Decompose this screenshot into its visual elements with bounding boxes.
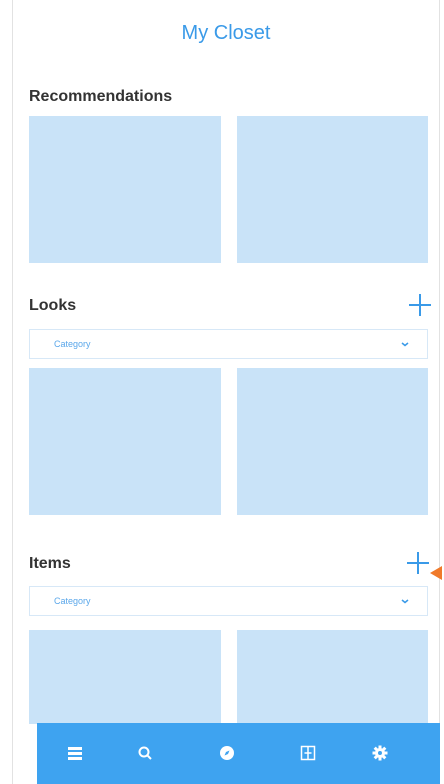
add-look-button[interactable] <box>409 294 431 316</box>
look-card-2[interactable] <box>237 368 428 515</box>
recommendations-title: Recommendations <box>29 88 173 105</box>
looks-title: Looks <box>29 297 77 314</box>
looks-category-label: Category <box>54 339 91 349</box>
recommendation-card-1[interactable] <box>29 116 221 263</box>
tab-closet[interactable] <box>60 738 90 768</box>
search-icon <box>138 746 152 760</box>
looks-category-select[interactable]: Category <box>29 329 428 359</box>
tab-settings[interactable] <box>365 738 395 768</box>
annotation-arrow <box>430 566 442 580</box>
item-card-2[interactable] <box>237 630 428 724</box>
chevron-down-icon <box>401 599 409 604</box>
gear-icon <box>372 745 388 761</box>
bottom-nav <box>37 723 440 784</box>
tab-explore[interactable] <box>212 738 242 768</box>
recommendation-card-2[interactable] <box>237 116 428 263</box>
items-category-label: Category <box>54 596 91 606</box>
phone-frame: My Closet Recommendations Looks Category… <box>12 0 440 784</box>
look-card-1[interactable] <box>29 368 221 515</box>
grid-icon <box>300 745 316 761</box>
list-icon <box>68 747 82 760</box>
chevron-down-icon <box>401 342 409 347</box>
item-card-1[interactable] <box>29 630 221 724</box>
tab-search[interactable] <box>130 738 160 768</box>
page-title: My Closet <box>181 22 271 44</box>
items-category-select[interactable]: Category <box>29 586 428 616</box>
tab-outfits[interactable] <box>293 738 323 768</box>
compass-icon <box>220 746 234 760</box>
add-item-button[interactable] <box>407 552 429 574</box>
items-title: Items <box>29 555 71 572</box>
